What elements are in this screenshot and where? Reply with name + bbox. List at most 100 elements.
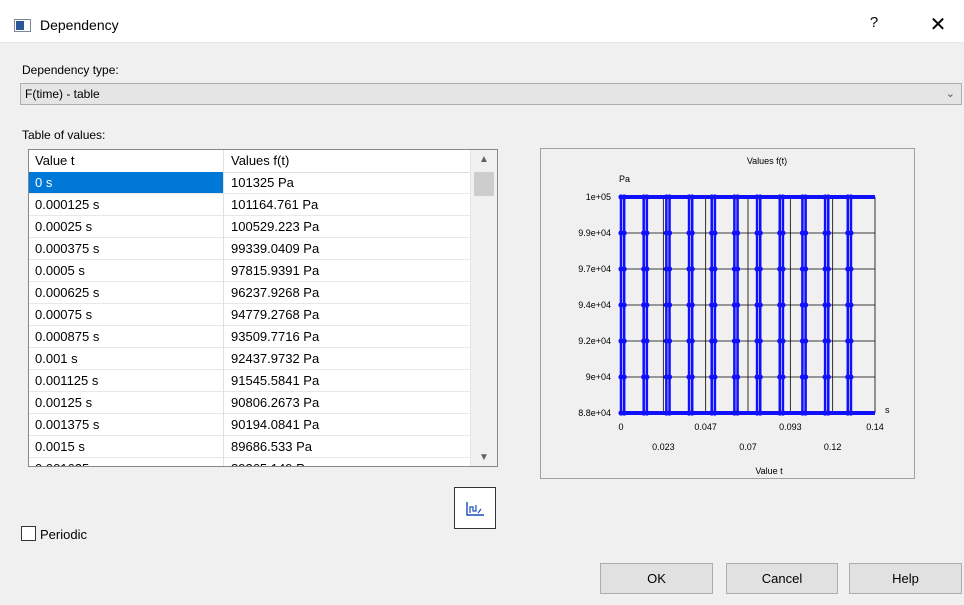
periodic-label: Periodic: [40, 527, 87, 542]
table-row[interactable]: 0.000125 s 101164.761 Pa: [29, 194, 470, 216]
chart-toggle-button[interactable]: [454, 487, 496, 529]
cell-value[interactable]: 101325 Pa: [231, 175, 294, 190]
cell-value[interactable]: 100529.223 Pa: [231, 219, 319, 234]
table-row[interactable]: 0.00125 s 90806.2673 Pa: [29, 392, 470, 414]
ok-button[interactable]: OK: [600, 563, 713, 594]
x-tick-label: 0.12: [824, 442, 842, 452]
data-point: [689, 338, 695, 344]
cell-value[interactable]: 97815.9391 Pa: [231, 263, 319, 278]
cell-time[interactable]: 0.000625 s: [35, 285, 99, 300]
x-tick-label: 0.093: [779, 422, 802, 432]
table-row[interactable]: 0.0015 s 89686.533 Pa: [29, 436, 470, 458]
data-point: [666, 338, 673, 344]
data-point: [621, 338, 627, 344]
cell-time[interactable]: 0.001625 s: [35, 461, 99, 466]
cell-time[interactable]: 0 s: [35, 175, 52, 190]
table-row[interactable]: 0.001375 s 90194.0841 Pa: [29, 414, 470, 436]
data-point: [848, 374, 854, 380]
cell-time[interactable]: 0.000125 s: [35, 197, 99, 212]
column-header-t[interactable]: Value t: [35, 153, 75, 168]
data-point: [757, 374, 763, 380]
cell-value[interactable]: 90806.2673 Pa: [231, 395, 319, 410]
data-point: [712, 266, 718, 272]
data-point: [644, 302, 650, 308]
cell-time[interactable]: 0.0015 s: [35, 439, 85, 454]
y-tick-label: 1e+05: [586, 192, 611, 202]
cell-value[interactable]: 101164.761 Pa: [231, 197, 318, 212]
table-row[interactable]: 0.001625 s 89265.149 Pa: [29, 458, 470, 466]
scroll-down-icon[interactable]: ▼: [479, 452, 489, 463]
y-tick-label: 9e+04: [586, 372, 611, 382]
chart-panel: Values f(t) Value t Pa s 1e+05 9.9e+04 9.7e+04…: [540, 148, 915, 479]
data-point: [644, 230, 650, 236]
scroll-up-icon[interactable]: ▲: [479, 154, 489, 165]
data-point: [757, 230, 763, 236]
vertical-scrollbar[interactable]: ▲ ▼: [470, 150, 497, 466]
table-row[interactable]: 0.000375 s 99339.0409 Pa: [29, 238, 470, 260]
cell-time[interactable]: 0.000375 s: [35, 241, 99, 256]
data-point: [803, 266, 809, 272]
scrollbar-thumb[interactable]: [474, 172, 494, 196]
data-point: [825, 374, 831, 380]
title-help-button[interactable]: ?: [862, 14, 886, 36]
table-row[interactable]: 0.001125 s 91545.5841 Pa: [29, 370, 470, 392]
data-point: [644, 338, 650, 344]
y-tick-label: 9.7e+04: [578, 264, 611, 274]
dependency-type-label: Dependency type:: [22, 63, 119, 77]
cell-time[interactable]: 0.001125 s: [35, 373, 98, 388]
table-row[interactable]: 0.000625 s 96237.9268 Pa: [29, 282, 470, 304]
column-header-ft[interactable]: Values f(t): [231, 153, 289, 168]
data-point: [734, 338, 741, 344]
cell-time[interactable]: 0.001375 s: [35, 417, 99, 432]
help-button[interactable]: Help: [849, 563, 962, 594]
data-point: [825, 302, 831, 308]
data-point: [848, 230, 854, 236]
data-point: [712, 338, 718, 344]
cell-value[interactable]: 89265.149 Pa: [231, 461, 312, 466]
table-row[interactable]: 0.00075 s 94779.2768 Pa: [29, 304, 470, 326]
cell-value[interactable]: 94779.2768 Pa: [231, 307, 319, 322]
table-row[interactable]: 0 s 101325 Pa: [29, 172, 470, 194]
table-row[interactable]: 0.00025 s 100529.223 Pa: [29, 216, 470, 238]
cell-value[interactable]: 96237.9268 Pa: [231, 285, 319, 300]
table-row[interactable]: 0.000875 s 93509.7716 Pa: [29, 326, 470, 348]
cell-value[interactable]: 91545.5841 Pa: [231, 373, 319, 388]
table-row[interactable]: 0.0005 s 97815.9391 Pa: [29, 260, 470, 282]
cell-time[interactable]: 0.00125 s: [35, 395, 92, 410]
chart-title: Values f(t): [747, 156, 787, 166]
data-point: [780, 302, 786, 308]
data-point: [621, 302, 627, 308]
x-tick-label: 0.14: [866, 422, 884, 432]
cell-value[interactable]: 89686.533 Pa: [231, 439, 312, 454]
data-point: [803, 338, 809, 344]
data-point: [621, 266, 627, 272]
dependency-type-select[interactable]: F(time) - table ⌄: [20, 83, 962, 105]
data-point: [644, 374, 650, 380]
data-point: [666, 374, 673, 380]
periodic-checkbox[interactable]: [21, 526, 36, 541]
data-point: [848, 302, 854, 308]
cell-value[interactable]: 93509.7716 Pa: [231, 329, 319, 344]
values-table[interactable]: Value t Values f(t) 0 s 101325 Pa 0.000125…: [28, 149, 498, 467]
cell-time[interactable]: 0.00025 s: [35, 219, 92, 234]
chart-icon: [466, 502, 484, 516]
table-row[interactable]: 0.001 s 92437.9732 Pa: [29, 348, 470, 370]
data-point: [666, 266, 673, 272]
title-bar: Dependency ? ✕: [0, 0, 964, 43]
x-axis-label: Value t: [755, 466, 783, 476]
x-tick-label: 0: [618, 422, 623, 432]
window-title: Dependency: [40, 17, 119, 33]
data-point: [757, 266, 763, 272]
chevron-down-icon: ⌄: [945, 88, 955, 100]
cancel-button[interactable]: Cancel: [726, 563, 838, 594]
cell-time[interactable]: 0.000875 s: [35, 329, 99, 344]
y-tick-label: 9.2e+04: [578, 336, 611, 346]
cell-value[interactable]: 90194.0841 Pa: [231, 417, 319, 432]
cell-time[interactable]: 0.00075 s: [35, 307, 92, 322]
cell-time[interactable]: 0.0005 s: [35, 263, 85, 278]
cell-time[interactable]: 0.001 s: [35, 351, 78, 366]
cell-value[interactable]: 99339.0409 Pa: [231, 241, 319, 256]
close-button[interactable]: ✕: [922, 12, 954, 38]
data-point: [825, 338, 831, 344]
cell-value[interactable]: 92437.9732 Pa: [231, 351, 319, 366]
